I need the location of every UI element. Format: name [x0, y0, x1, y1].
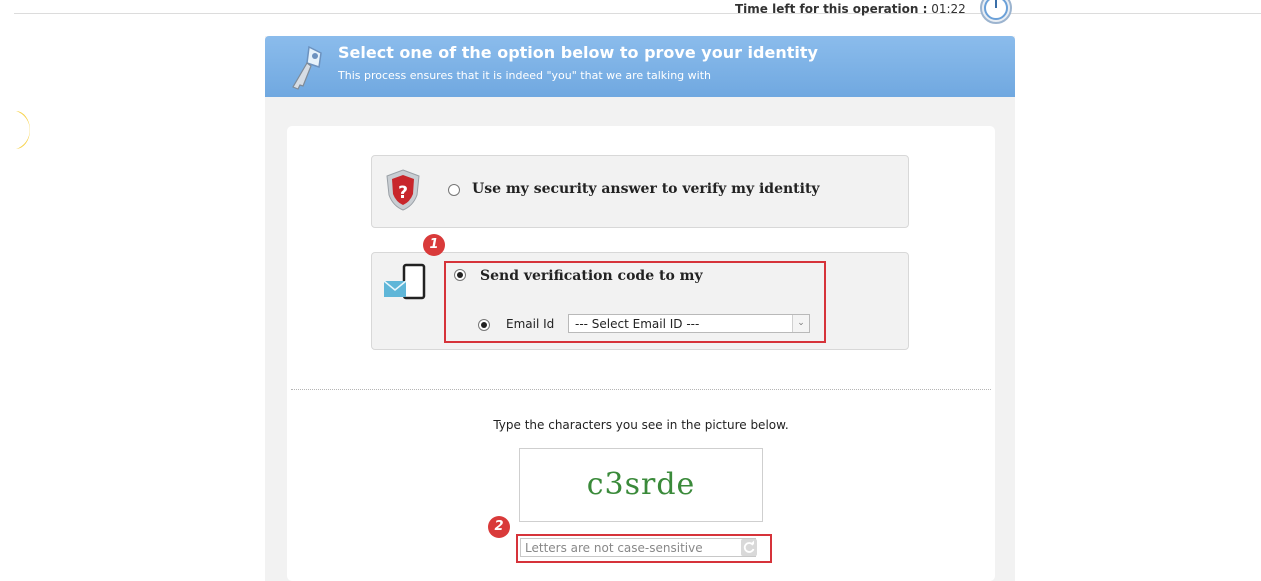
timer: Time left for this operation : 01:22 [735, 2, 966, 16]
svg-text:?: ? [398, 183, 408, 203]
options-card: ? Use my security answer to verify my id… [287, 126, 995, 581]
annotation-box-1 [444, 261, 826, 343]
step-badge-1: 1 [423, 234, 445, 256]
shield-question-icon: ? [382, 168, 424, 212]
top-divider [14, 13, 1261, 14]
timer-label: Time left for this operation : [735, 2, 928, 16]
security-answer-radio[interactable] [448, 184, 460, 196]
step-badge-2: 2 [488, 516, 510, 538]
captcha-image-text: c3srde [586, 467, 696, 502]
header-title: Select one of the option below to prove … [338, 43, 818, 62]
captcha-image: c3srde [519, 448, 763, 522]
timer-value: 01:22 [931, 2, 966, 16]
phone-email-icon [383, 263, 429, 305]
key-icon [285, 41, 327, 93]
refresh-icon [743, 540, 755, 553]
identity-panel: Select one of the option below to prove … [265, 36, 1015, 581]
captcha-input[interactable] [520, 538, 756, 557]
security-answer-option[interactable]: ? Use my security answer to verify my id… [371, 155, 909, 228]
section-divider [291, 389, 991, 390]
clock-icon [979, 0, 1013, 26]
captcha-instruction: Type the characters you see in the pictu… [493, 418, 789, 432]
moon-icon [14, 110, 38, 150]
header-subtitle: This process ensures that it is indeed "… [338, 69, 712, 82]
security-answer-label: Use my security answer to verify my iden… [472, 181, 820, 197]
refresh-captcha-button[interactable] [741, 539, 757, 556]
panel-header: Select one of the option below to prove … [265, 36, 1015, 97]
